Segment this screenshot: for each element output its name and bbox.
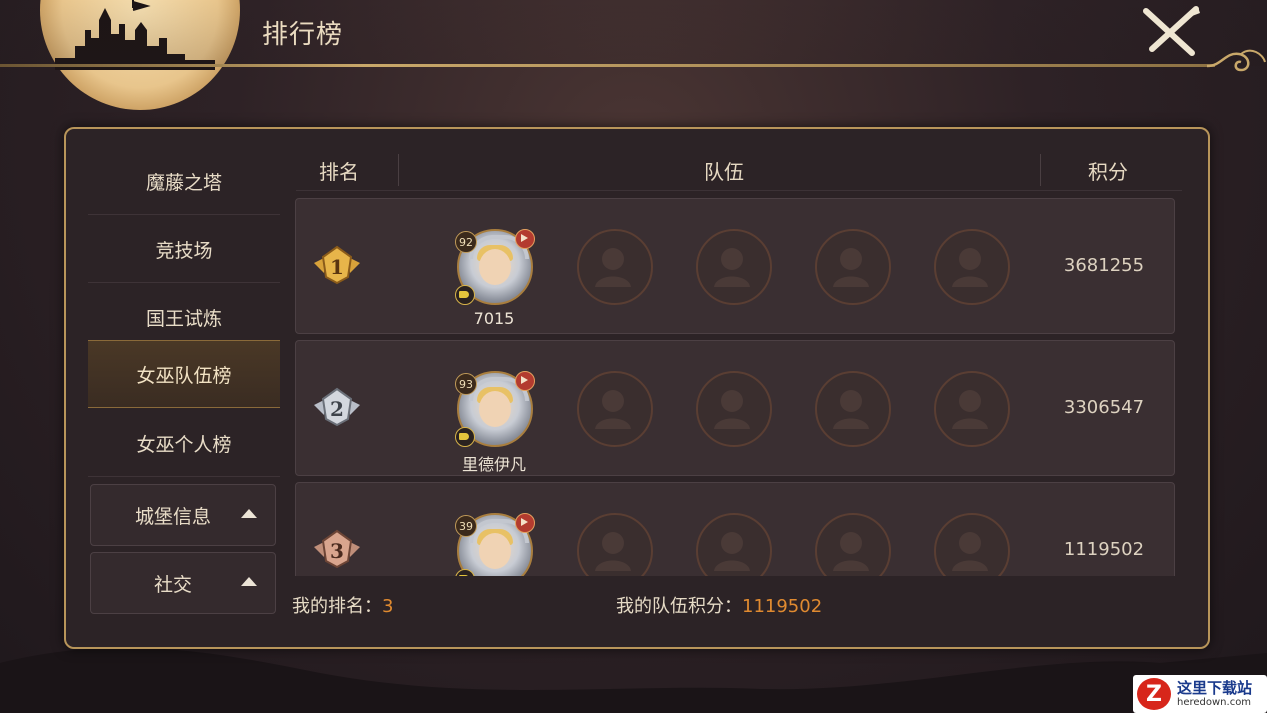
sidebar-item-witch-personal[interactable]: 女巫个人榜	[88, 410, 280, 477]
placeholder-avatar-icon	[595, 532, 631, 571]
placeholder-avatar-icon	[595, 390, 631, 429]
empty-slot[interactable]	[577, 229, 653, 305]
header-divider	[398, 154, 399, 186]
placeholder-avatar-icon	[714, 248, 750, 287]
placeholder-avatar-icon	[595, 248, 631, 287]
empty-slot[interactable]	[577, 513, 653, 576]
silver-rank-2-icon: 2	[314, 387, 360, 427]
placeholder-avatar-icon	[833, 532, 869, 571]
empty-slot[interactable]	[815, 371, 891, 447]
placeholder-avatar-icon	[952, 532, 988, 571]
row-score: 3681255	[1063, 255, 1145, 276]
page-title: 排行榜	[262, 20, 344, 50]
sidebar-item-arena[interactable]: 竞技场	[88, 216, 280, 283]
social-button[interactable]: 社交	[90, 552, 276, 614]
gold-rank-1-icon: 1	[314, 245, 360, 285]
placeholder-avatar-icon	[714, 532, 750, 571]
level-badge: 93	[455, 373, 477, 395]
hero-avatar[interactable]: 92	[455, 229, 535, 305]
sidebar-item-witch-team[interactable]: 女巫队伍榜	[88, 340, 280, 408]
my-rank: 我的排名：3	[292, 592, 393, 618]
ornament-swirl-icon	[1207, 49, 1266, 72]
watermark-line1: 这里下载站	[1177, 679, 1253, 697]
sidebar-item-label: 国王试炼	[145, 307, 222, 330]
flag-icon	[515, 229, 535, 249]
empty-slot[interactable]	[696, 371, 772, 447]
castle-info-button[interactable]: 城堡信息	[90, 484, 276, 546]
class-icon	[455, 427, 475, 447]
class-icon	[455, 569, 475, 576]
face	[479, 533, 511, 569]
empty-slot[interactable]	[934, 371, 1010, 447]
empty-slot[interactable]	[577, 371, 653, 447]
column-header-team: 队伍	[704, 160, 744, 184]
top-bar	[0, 0, 1267, 66]
empty-slot[interactable]	[815, 513, 891, 576]
my-team-score: 我的队伍积分：1119502	[616, 592, 822, 618]
sidebar-item-label: 竞技场	[155, 239, 213, 262]
column-header-score: 积分	[1088, 160, 1128, 184]
sidebar-item-label: 女巫队伍榜	[136, 364, 232, 387]
column-header-rank: 排名	[319, 160, 359, 184]
level-badge: 92	[455, 231, 477, 253]
flag-icon	[515, 371, 535, 391]
face	[479, 249, 511, 285]
hero-name: 7015	[473, 309, 515, 328]
empty-slot[interactable]	[815, 229, 891, 305]
placeholder-avatar-icon	[833, 390, 869, 429]
flag-icon	[515, 513, 535, 533]
placeholder-avatar-icon	[952, 390, 988, 429]
castle-info-label: 城堡信息	[134, 505, 211, 528]
table-row[interactable]: 3 39 1119502	[295, 482, 1175, 576]
my-rank-value: 3	[382, 596, 394, 617]
empty-slot[interactable]	[934, 513, 1010, 576]
my-score-label: 我的队伍积分：	[616, 596, 742, 617]
row-score: 3306547	[1063, 397, 1145, 418]
caret-up-icon	[241, 509, 257, 518]
ranking-list[interactable]: 1 92 7015 3681255 2 93 里德伊凡 3306547 3 39…	[295, 198, 1175, 576]
sidebar-item-tower[interactable]: 魔藤之塔	[88, 148, 280, 215]
sidebar: 魔藤之塔 竞技场 国王试炼 女巫队伍榜 女巫个人榜 城堡信息 社交	[88, 148, 280, 620]
level-badge: 39	[455, 515, 477, 537]
bronze-rank-3-icon: 3	[314, 529, 360, 569]
table-row[interactable]: 2 93 里德伊凡 3306547	[295, 340, 1175, 476]
empty-slot[interactable]	[696, 229, 772, 305]
placeholder-avatar-icon	[714, 390, 750, 429]
table-row[interactable]: 1 92 7015 3681255	[295, 198, 1175, 334]
watermark-z-icon: Z	[1137, 678, 1171, 710]
table-header: 排名 队伍 积分	[296, 150, 1182, 191]
sidebar-item-label: 魔藤之塔	[145, 171, 222, 194]
caret-up-icon	[241, 577, 257, 586]
placeholder-avatar-icon	[833, 248, 869, 287]
svg-text:1: 1	[330, 255, 344, 279]
social-label: 社交	[153, 573, 192, 596]
hero-avatar[interactable]: 39	[455, 513, 535, 576]
empty-slot[interactable]	[696, 513, 772, 576]
watermark-logo: Z 这里下载站 heredown.com	[1133, 675, 1267, 713]
empty-slot[interactable]	[934, 229, 1010, 305]
watermark-line2: heredown.com	[1177, 697, 1252, 708]
my-score-value: 1119502	[742, 596, 823, 617]
hero-avatar[interactable]: 93	[455, 371, 535, 447]
svg-text:3: 3	[330, 539, 344, 563]
my-rank-label: 我的排名：	[292, 596, 382, 617]
svg-text:2: 2	[330, 397, 344, 421]
top-divider	[0, 64, 1215, 67]
placeholder-avatar-icon	[952, 248, 988, 287]
class-icon	[455, 285, 475, 305]
header-divider	[1040, 154, 1041, 186]
face	[479, 391, 511, 427]
hero-name: 里德伊凡	[461, 455, 526, 474]
sidebar-item-label: 女巫个人榜	[136, 433, 232, 456]
close-crossed-swords-icon[interactable]	[1140, 5, 1202, 57]
row-score: 1119502	[1063, 539, 1145, 560]
